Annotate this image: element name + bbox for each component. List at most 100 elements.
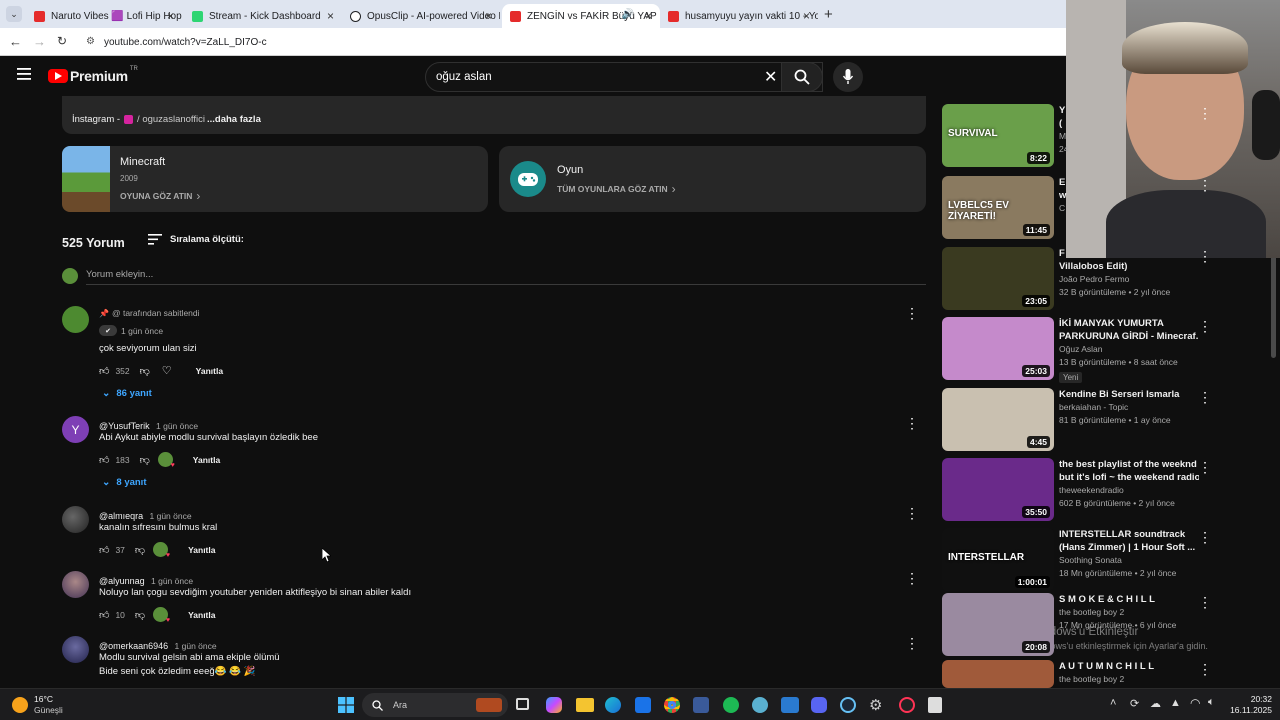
video-info[interactable]: F Villalobos Edit) João Pedro Fermo 32 B gö… <box>1059 247 1199 299</box>
reply-button[interactable]: Yanıtla <box>193 455 220 465</box>
steam-icon[interactable] <box>840 697 856 713</box>
youtube-logo[interactable]: Premium TR <box>48 66 138 84</box>
tab-list-chevron-icon[interactable]: ⌄ <box>6 6 22 22</box>
dislike-icon[interactable]: 👎︎ <box>135 609 145 621</box>
video-info[interactable]: S M O K E & C H I L Lthe bootleg boy 2 17… <box>1059 593 1199 632</box>
close-tab-icon[interactable]: × <box>485 9 492 23</box>
video-channel[interactable]: C <box>1059 202 1199 215</box>
more-actions-icon[interactable]: ⋮ <box>1198 249 1212 263</box>
back-icon[interactable]: ← <box>9 34 22 49</box>
video-channel[interactable]: João Pedro Fermo <box>1059 273 1199 286</box>
close-tab-icon[interactable]: × <box>803 9 810 23</box>
video-channel[interactable]: berkaiahan - Topic <box>1059 401 1199 414</box>
video-info[interactable]: Kendine Bi Serseri Ismarla berkaiahan - T… <box>1059 388 1199 427</box>
heart-icon[interactable]: ♡ <box>162 364 172 377</box>
video-thumbnail[interactable]: INTERSTELLAR 1:00:01 <box>942 528 1054 591</box>
like-icon[interactable]: 👍︎ <box>99 454 109 466</box>
game-card-minecraft[interactable]: Minecraft 2009 OYUNA GÖZ ATIN › <box>62 146 488 212</box>
video-description[interactable]: İnstagram - / oguzaslanoffici ...daha fa… <box>62 96 926 134</box>
video-channel[interactable]: the bootleg boy 2 <box>1059 606 1199 619</box>
weather-widget[interactable]: 16°C Güneşli <box>12 694 63 716</box>
video-thumbnail[interactable]: LVBELC5 EV ZİYARETİ! 11:45 <box>942 176 1054 239</box>
more-actions-icon[interactable]: ⋮ <box>1198 460 1212 474</box>
show-more-link[interactable]: ...daha fazla <box>207 114 261 125</box>
instagram-link[interactable]: / oguzaslanoffici <box>137 114 205 125</box>
spotify-icon[interactable] <box>723 697 739 713</box>
like-icon[interactable]: 👍︎ <box>99 609 109 621</box>
reload-icon[interactable]: ↻ <box>57 34 67 48</box>
video-channel[interactable]: theweekendradio <box>1059 484 1199 497</box>
dislike-icon[interactable]: 👎︎ <box>140 365 150 377</box>
task-view-icon[interactable] <box>516 698 529 710</box>
store-icon[interactable] <box>635 697 651 713</box>
tab-husamyuyu[interactable]: husamyuyu yayın vakti 10 - You × <box>660 4 818 28</box>
reply-button[interactable]: Yanıtla <box>196 366 223 376</box>
like-icon[interactable]: 👍︎ <box>99 544 109 556</box>
comment-author[interactable]: @omerkaan6946 <box>99 641 168 651</box>
add-comment-input[interactable]: Yorum ekleyin... <box>86 269 926 285</box>
replies-toggle[interactable]: ⌄ 86 yanıt <box>102 388 152 399</box>
video-channel[interactable]: Soothing Sonata <box>1059 554 1199 567</box>
start-icon[interactable] <box>338 697 354 713</box>
comment-author[interactable]: @alyunnag <box>99 576 145 586</box>
comment-author[interactable]: @almıeqra <box>99 511 143 521</box>
more-actions-icon[interactable]: ⋮ <box>905 571 919 585</box>
more-actions-icon[interactable]: ⋮ <box>1198 178 1212 192</box>
more-actions-icon[interactable]: ⋮ <box>905 416 919 430</box>
video-thumbnail[interactable]: 4:45 <box>942 388 1054 451</box>
copilot-icon[interactable] <box>546 697 562 713</box>
comment-author[interactable]: @YusufTerik <box>99 421 150 431</box>
avatar[interactable] <box>62 506 89 533</box>
speaker-icon[interactable]: 🔊 <box>622 9 634 20</box>
game-card-all-games[interactable]: Oyun TÜM OYUNLARA GÖZ ATIN › <box>499 146 926 212</box>
clock[interactable]: 20:32 16.11.2025 <box>1228 694 1272 716</box>
video-info[interactable]: EwC <box>1059 176 1199 215</box>
replies-toggle[interactable]: ⌄ 8 yanıt <box>102 477 147 488</box>
video-info[interactable]: the best playlist of the weeknd but it's … <box>1059 458 1199 510</box>
tray-app-icon[interactable]: ▲ <box>1170 697 1181 709</box>
edge-icon[interactable] <box>605 697 621 713</box>
game-action[interactable]: OYUNA GÖZ ATIN › <box>120 189 200 203</box>
avatar[interactable] <box>62 571 89 598</box>
video-channel[interactable]: Oğuz Aslan <box>1059 343 1199 356</box>
chrome-icon[interactable] <box>664 697 680 713</box>
app-icon[interactable] <box>752 697 768 713</box>
video-info[interactable]: İKİ MANYAK YUMURTA PARKURUNA GİRDİ - Mine… <box>1059 317 1199 383</box>
dislike-icon[interactable]: 👎︎ <box>140 454 150 466</box>
tab-opusclip[interactable]: OpusClip - AI-powered Video R × <box>342 4 500 28</box>
more-actions-icon[interactable]: ⋮ <box>1198 595 1212 609</box>
url-field[interactable]: ⚙ youtube.com/watch?v=ZaLL_DI7O-c <box>78 32 1058 52</box>
close-tab-icon[interactable]: × <box>645 9 652 23</box>
avatar[interactable] <box>62 306 89 333</box>
search-button[interactable] <box>781 62 823 92</box>
more-actions-icon[interactable]: ⋮ <box>905 306 919 320</box>
more-actions-icon[interactable]: ⋮ <box>1198 530 1212 544</box>
more-actions-icon[interactable]: ⋮ <box>1198 390 1212 404</box>
reply-button[interactable]: Yanıtla <box>188 610 215 620</box>
file-explorer-icon[interactable] <box>576 698 594 712</box>
app-icon[interactable] <box>928 697 942 713</box>
discord-icon[interactable] <box>811 697 827 713</box>
site-info-icon[interactable]: ⚙ <box>86 36 95 47</box>
app-icon[interactable] <box>693 697 709 713</box>
close-tab-icon[interactable]: × <box>327 9 334 23</box>
tab-kick-dashboard[interactable]: Stream - Kick Dashboard × <box>184 4 342 28</box>
dislike-icon[interactable]: 👎︎ <box>135 544 145 556</box>
video-channel[interactable]: the bootleg boy 2 <box>1059 673 1199 686</box>
sort-button[interactable]: Sıralama ölçütü: <box>148 234 244 245</box>
video-thumbnail[interactable]: 35:50 <box>942 458 1054 521</box>
more-actions-icon[interactable]: ⋮ <box>905 636 919 650</box>
wifi-icon[interactable]: ◠ <box>1190 696 1200 710</box>
tab-naruto-vibes[interactable]: Naruto Vibes 🟪 Lofi Hip Hop • × <box>26 4 182 28</box>
new-tab-icon[interactable]: + <box>824 6 833 23</box>
voice-search-button[interactable] <box>833 62 863 92</box>
more-actions-icon[interactable]: ⋮ <box>1198 319 1212 333</box>
more-actions-icon[interactable]: ⋮ <box>1198 106 1212 120</box>
video-thumbnail[interactable]: 20:08 <box>942 593 1054 656</box>
settings-icon[interactable]: ⚙ <box>869 696 882 714</box>
video-thumbnail[interactable] <box>942 660 1054 688</box>
menu-icon[interactable] <box>17 68 31 80</box>
tray-app-icon[interactable]: ⟳ <box>1130 697 1139 710</box>
tray-chevron-icon[interactable]: ˄ <box>1110 697 1116 709</box>
more-actions-icon[interactable]: ⋮ <box>1198 662 1212 676</box>
